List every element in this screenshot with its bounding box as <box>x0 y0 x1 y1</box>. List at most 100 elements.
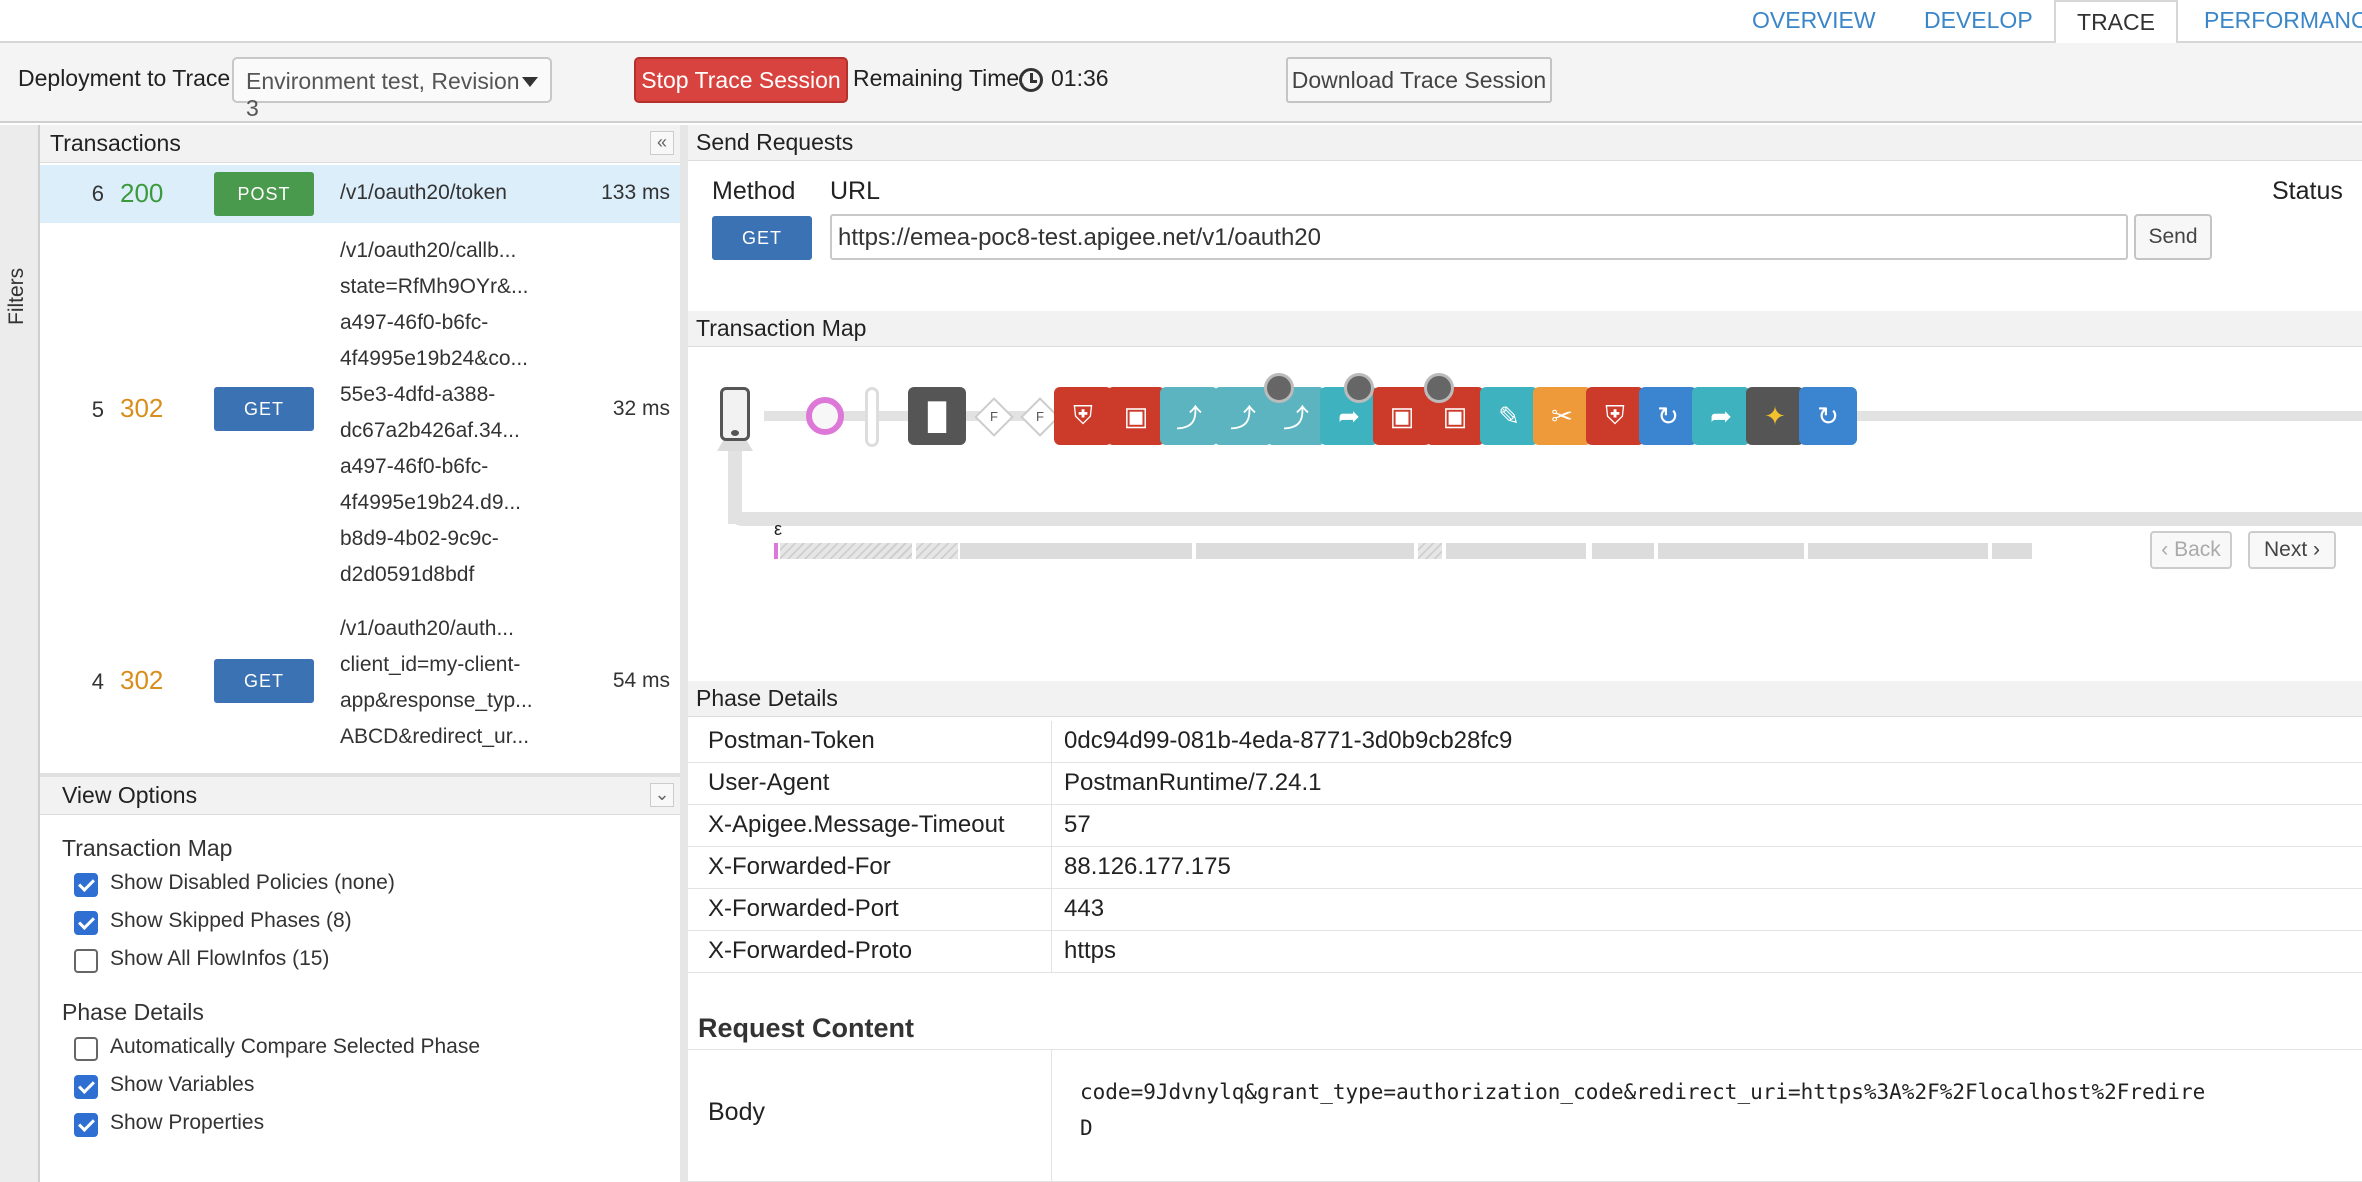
status-code: 200 <box>120 178 164 208</box>
extract-icon[interactable]: ✂ <box>1533 387 1591 445</box>
shield-icon[interactable]: ⛨ <box>1586 387 1644 445</box>
timeline-segment[interactable] <box>960 543 1192 559</box>
section-title: Transaction Map <box>62 835 233 861</box>
timeline-segment[interactable] <box>1808 543 1988 559</box>
transaction-row[interactable]: 4 302 GET /v1/oauth20/auth... client_id=… <box>40 611 680 761</box>
checkbox-icon[interactable] <box>74 1075 98 1099</box>
collapse-panel-icon[interactable]: « <box>650 131 674 155</box>
timeline-segment[interactable] <box>1658 543 1804 559</box>
transaction-time: 54 ms <box>612 669 670 692</box>
callout-icon[interactable]: ⤴ <box>1160 387 1218 445</box>
tab-trace[interactable]: TRACE <box>2054 0 2178 45</box>
checkbox-label: Show Properties <box>110 1111 265 1134</box>
timeline-segment[interactable] <box>916 543 958 559</box>
transaction-map: F F T ▐▌⛨▣⤴⤴⤴➦▣▣✎✂⛨↻➦✦↻ ε ‹ Back Next › <box>688 359 2362 689</box>
method-label: Method <box>712 177 796 205</box>
edit-icon[interactable]: ✎ <box>1480 387 1538 445</box>
flowinfo-diamond-icon[interactable]: F <box>974 397 1014 437</box>
timeline-segment[interactable] <box>780 543 912 559</box>
proxy-endpoint-circle-icon[interactable] <box>806 397 844 435</box>
next-button[interactable]: Next › <box>2248 531 2336 569</box>
transaction-map-header: Transaction Map <box>688 311 2362 347</box>
transaction-path: /v1/oauth20/token <box>340 181 507 204</box>
method-select-button[interactable]: GET <box>712 216 812 260</box>
callout-icon[interactable]: ⤴ <box>1214 387 1272 445</box>
timeline-segment[interactable] <box>1446 543 1586 559</box>
checkbox-icon[interactable] <box>74 1037 98 1061</box>
transaction-row[interactable]: 5 302 GET /v1/oauth20/callb... state=RfM… <box>40 233 680 601</box>
status-code: 302 <box>120 665 164 695</box>
transactions-title: Transactions <box>50 130 181 156</box>
route-icon[interactable]: ✦ <box>1746 387 1804 445</box>
clock-icon <box>1019 68 1043 92</box>
shield-icon[interactable]: ⛨ <box>1054 387 1112 445</box>
path-line: a497-46f0-b6fc- <box>340 311 489 334</box>
path-line: a497-46f0-b6fc- <box>340 455 489 478</box>
checkbox-icon[interactable] <box>74 873 98 897</box>
analytics-icon[interactable]: ▐▌ <box>908 387 966 445</box>
path-line: d2d0591d8bdf <box>340 563 475 586</box>
loop-icon[interactable]: ↻ <box>1799 387 1857 445</box>
stop-trace-button[interactable]: Stop Trace Session <box>634 57 848 103</box>
path-line: state=RfMh9OYr&... <box>340 275 529 298</box>
header-value: https <box>1064 937 1117 964</box>
client-device-icon[interactable] <box>720 387 750 441</box>
checkbox-icon[interactable] <box>74 949 98 973</box>
request-content-title: Request Content <box>698 1013 914 1043</box>
tab-overview[interactable]: OVERVIEW <box>1744 0 1884 43</box>
lock-icon[interactable]: ▣ <box>1373 387 1431 445</box>
url-label: URL <box>830 177 881 205</box>
header-name: X-Apigee.Message-Timeout <box>688 805 1052 847</box>
header-value: 443 <box>1064 895 1105 922</box>
transactions-panel: Transactions « 6 200 POST /v1/oauth20/to… <box>40 125 680 1182</box>
header-name: X-Forwarded-Proto <box>688 931 1052 973</box>
download-trace-button[interactable]: Download Trace Session <box>1286 57 1552 103</box>
transactions-header: Transactions « <box>40 125 680 163</box>
header-name: X-Forwarded-For <box>688 847 1052 889</box>
redirect-icon[interactable]: ➦ <box>1692 387 1750 445</box>
deployment-select[interactable]: Environment test, Revision 3 <box>232 57 552 121</box>
tab-performance[interactable]: PERFORMANCE <box>2196 0 2362 43</box>
back-button[interactable]: ‹ Back <box>2150 531 2232 569</box>
request-body-row: Body code=9Jdvnylq&grant_type=authorizat… <box>688 1049 2362 1182</box>
table-row: User-Agent PostmanRuntime/7.24.1 <box>688 763 2362 805</box>
section-title: Phase Details <box>62 999 204 1025</box>
chevron-down-icon[interactable]: ⌄ <box>650 783 674 807</box>
flow-separator <box>865 387 879 447</box>
checkbox-icon[interactable] <box>74 911 98 935</box>
status-code: 302 <box>120 393 164 423</box>
method-badge: GET <box>214 659 314 703</box>
phase-details-title: Phase Details <box>696 685 838 711</box>
timeline-segment[interactable] <box>774 543 778 559</box>
remaining-time-value: 01:36 <box>1051 65 1109 91</box>
timeline-segment[interactable] <box>1992 543 2032 559</box>
back-label: Back <box>2174 538 2221 561</box>
tab-develop[interactable]: DEVELOP <box>1916 0 2041 43</box>
loop-icon[interactable]: ↻ <box>1639 387 1697 445</box>
lock-icon[interactable]: ▣ <box>1107 387 1165 445</box>
transaction-row[interactable]: 6 200 POST /v1/oauth20/token 133 ms <box>40 165 680 223</box>
header-name: X-Forwarded-Port <box>688 889 1052 931</box>
header-name: User-Agent <box>688 763 1052 805</box>
method-badge: GET <box>214 387 314 431</box>
checkbox-label: Show Skipped Phases (8) <box>110 909 352 932</box>
timeline-segment[interactable] <box>1196 543 1414 559</box>
checkbox-icon[interactable] <box>74 1113 98 1137</box>
path-line: ABCD&redirect_ur... <box>340 725 530 748</box>
return-line <box>728 512 2362 526</box>
flowinfo-letter: F <box>1036 409 1044 424</box>
path-line: 55e3-4dfd-a388- <box>340 383 496 406</box>
path-line: /v1/oauth20/auth... <box>340 617 514 640</box>
filters-rail[interactable]: Filters <box>0 125 40 1182</box>
url-input[interactable]: https://emea-poc8-test.apigee.net/v1/oau… <box>830 214 2128 260</box>
panel-divider[interactable] <box>680 125 688 1182</box>
view-options-header: View Options ⌄ <box>40 777 680 815</box>
top-nav: OVERVIEW DEVELOP TRACE PERFORMANCE <box>0 0 2362 45</box>
filters-label: Filters <box>5 267 28 325</box>
gear-icon <box>1264 373 1294 403</box>
timeline-segment[interactable] <box>1418 543 1442 559</box>
checkbox-label: Show Disabled Policies (none) <box>110 871 395 894</box>
header-value: 88.126.177.175 <box>1064 853 1231 880</box>
send-button[interactable]: Send <box>2134 214 2212 260</box>
timeline-segment[interactable] <box>1592 543 1654 559</box>
